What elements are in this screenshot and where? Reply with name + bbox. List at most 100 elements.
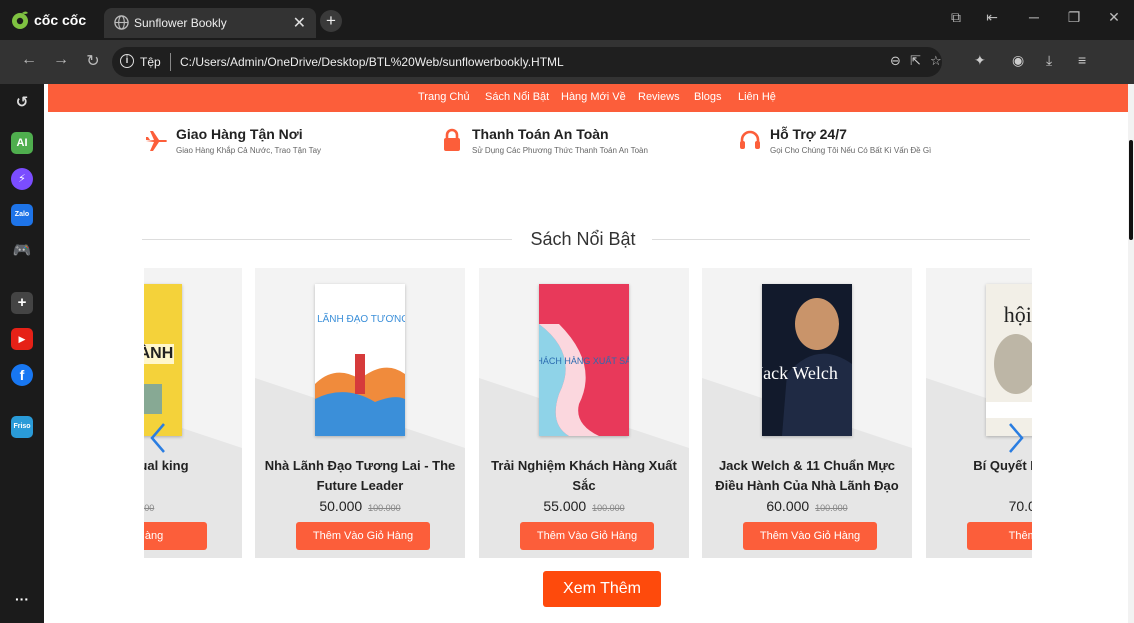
cover-text: Jack Welch — [762, 363, 838, 383]
nav-link-contact[interactable]: Liên Hệ — [738, 91, 776, 103]
profile-icon[interactable]: ◉ — [1012, 52, 1024, 69]
reload-icon[interactable]: ↻ — [82, 51, 104, 71]
book-price: 55.000 100.000 — [479, 498, 689, 514]
browser-toolbar: ← → ↻ i Tệp C:/Users/Admin/OneDrive/Desk… — [0, 40, 1134, 84]
feature-title: Hỗ Trợ 24/7 — [770, 126, 847, 142]
book-title[interactable]: ảnh - Visual king — [144, 456, 237, 476]
coccoc-logo-icon[interactable] — [10, 10, 30, 30]
headset-icon — [740, 130, 760, 149]
add-to-cart-button[interactable]: Thêm Vào — [967, 522, 1032, 550]
scrollbar-thumb[interactable] — [1129, 140, 1133, 240]
download-icon[interactable]: ⤓ — [1046, 52, 1052, 69]
sidebar-toggle-icon[interactable]: ⇤ — [982, 9, 1002, 26]
section-title: Sách Nổi Bật — [530, 229, 636, 249]
messenger-icon[interactable]: ⚡ — [11, 168, 33, 190]
cover-text: DUY ÀNH — [144, 343, 173, 362]
book-price: 60.000 100.000 — [702, 498, 912, 514]
book-cover: NHÀ LÃNH ĐẠO TƯƠNG LAI — [315, 284, 405, 436]
zalo-icon[interactable]: Zalo — [11, 204, 33, 226]
address-bar[interactable]: i Tệp C:/Users/Admin/OneDrive/Desktop/BT… — [112, 47, 942, 77]
price-current: 50.000 — [319, 498, 363, 514]
globe-icon — [114, 15, 129, 30]
view-more-button[interactable]: Xem Thêm — [543, 571, 661, 607]
add-to-cart-button[interactable]: Thêm Vào Giỏ Hàng — [520, 522, 654, 550]
carousel-next-arrow-icon[interactable] — [1006, 422, 1026, 454]
book-card: Jack Welch Jack Welch & 11 Chuẩn Mực Điề… — [702, 268, 912, 558]
feature-subtitle: Sử Dụng Các Phương Thức Thanh Toán An To… — [472, 146, 648, 155]
share-icon[interactable]: ⇱ — [910, 53, 921, 69]
airplane-icon — [146, 131, 167, 151]
maximize-icon[interactable]: ❐ — [1064, 9, 1084, 26]
price-old: 100.000 — [592, 503, 625, 513]
nav-link-blogs[interactable]: Blogs — [694, 91, 722, 103]
extensions-icon[interactable]: ✦ — [974, 52, 986, 69]
feature-title: Thanh Toán An Toàn — [472, 126, 609, 142]
carousel-prev-arrow-icon[interactable] — [148, 422, 168, 454]
facebook-icon[interactable]: f — [11, 364, 33, 386]
bookmark-star-icon[interactable]: ☆ — [930, 53, 942, 69]
book-cover: DUY ÀNH — [144, 284, 182, 436]
screenshot-icon[interactable]: ⧉ — [946, 9, 966, 26]
book-carousel: DUY ÀNH ảnh - Visual king 150.000 Giỏ Hà… — [144, 268, 1032, 560]
history-icon[interactable]: ↺ — [11, 92, 33, 114]
nav-link-home[interactable]: Trang Chủ — [418, 91, 470, 103]
book-title[interactable]: Bí Quyết Hội Họ Kĩ — [931, 456, 1032, 476]
book-title[interactable]: Trải Nghiệm Khách Hàng Xuất Sắc — [484, 456, 684, 496]
nav-link-reviews[interactable]: Reviews — [638, 91, 680, 103]
url-separator — [170, 53, 171, 71]
cover-text: KHÁCH HÀNG XUẤT SẮC — [539, 356, 629, 366]
price-current: 60.000 — [766, 498, 810, 514]
zoom-icon[interactable]: ⊖ — [890, 53, 901, 69]
price-current: 55.000 — [543, 498, 587, 514]
add-to-cart-button[interactable]: Giỏ Hàng — [144, 522, 207, 550]
cover-text: NHÀ LÃNH ĐẠO TƯƠNG LAI — [315, 312, 405, 325]
add-app-icon[interactable]: + — [11, 292, 33, 314]
tab-close-icon[interactable]: ✕ — [293, 13, 306, 33]
cover-text: hội h — [1004, 302, 1032, 327]
price-old: 150.000 — [144, 503, 155, 513]
book-card: KHÁCH HÀNG XUẤT SẮC Trải Nghiệm Khách Hà… — [479, 268, 689, 558]
forward-icon[interactable]: → — [50, 51, 72, 69]
nav-link-new-arrivals[interactable]: Hàng Mới Về — [561, 91, 626, 103]
price-old: 100.000 — [815, 503, 848, 513]
info-icon[interactable]: i — [120, 54, 134, 68]
book-title[interactable]: Nhà Lãnh Đạo Tương Lai - The Future Lead… — [260, 456, 460, 496]
book-price: 150.000 — [144, 498, 242, 514]
price-current: 70.000 — [1008, 498, 1032, 514]
tab-title: Sunflower Bookly — [134, 16, 227, 30]
ai-app-icon[interactable]: AI — [11, 132, 33, 154]
url-text[interactable]: C:/Users/Admin/OneDrive/Desktop/BTL%20We… — [180, 55, 564, 69]
browser-sidebar: ↺ AI ⚡ Zalo 🎮 + ▶ f Friso ··· — [0, 84, 44, 623]
menu-icon[interactable]: ≡ — [1078, 52, 1086, 68]
more-apps-icon[interactable]: ··· — [11, 588, 33, 610]
feature-subtitle: Gọi Cho Chúng Tôi Nếu Có Bất Kì Vấn Đề G… — [770, 146, 932, 155]
feature-title: Giao Hàng Tận Nơi — [176, 126, 303, 142]
friso-icon[interactable]: Friso — [11, 416, 33, 438]
browser-tab[interactable]: Sunflower Bookly ✕ — [104, 8, 316, 38]
book-cover: KHÁCH HÀNG XUẤT SẮC — [539, 284, 629, 436]
minimize-icon[interactable]: ─ — [1024, 9, 1044, 25]
book-card: NHÀ LÃNH ĐẠO TƯƠNG LAI Nhà Lãnh Đạo Tươn… — [255, 268, 465, 558]
title-bar: cốc cốc Sunflower Bookly ✕ + ⧉ ⇤ ─ ❐ ✕ — [0, 0, 1134, 40]
close-window-icon[interactable]: ✕ — [1104, 9, 1124, 26]
add-to-cart-button[interactable]: Thêm Vào Giỏ Hàng — [743, 522, 877, 550]
book-title[interactable]: Jack Welch & 11 Chuẩn Mực Điều Hành Của … — [707, 456, 907, 496]
book-card: hội h Bí Quyết Hội Họ Kĩ 70.000 Thêm Vào — [926, 268, 1032, 558]
book-price: 50.000 100.000 — [255, 498, 465, 514]
feature-subtitle: Giao Hàng Khắp Cả Nước, Trao Tận Tay — [176, 146, 322, 155]
url-scheme: Tệp — [140, 55, 161, 69]
back-icon[interactable]: ← — [18, 51, 40, 69]
nav-link-featured[interactable]: Sách Nổi Bật — [485, 91, 549, 103]
youtube-icon[interactable]: ▶ — [11, 328, 33, 350]
book-card: DUY ÀNH ảnh - Visual king 150.000 Giỏ Hà… — [144, 268, 242, 558]
new-tab-button[interactable]: + — [320, 10, 342, 32]
book-price: 70.000 — [926, 498, 1032, 514]
browser-brand: cốc cốc — [34, 12, 87, 28]
book-cover: Jack Welch — [762, 284, 852, 436]
add-to-cart-button[interactable]: Thêm Vào Giỏ Hàng — [296, 522, 430, 550]
section-divider — [142, 239, 512, 240]
section-divider — [652, 239, 1030, 240]
price-old: 100.000 — [368, 503, 401, 513]
game-icon[interactable]: 🎮 — [11, 240, 33, 262]
web-page: Trang Chủ Sách Nổi Bật Hàng Mới Về Revie… — [44, 84, 1128, 623]
